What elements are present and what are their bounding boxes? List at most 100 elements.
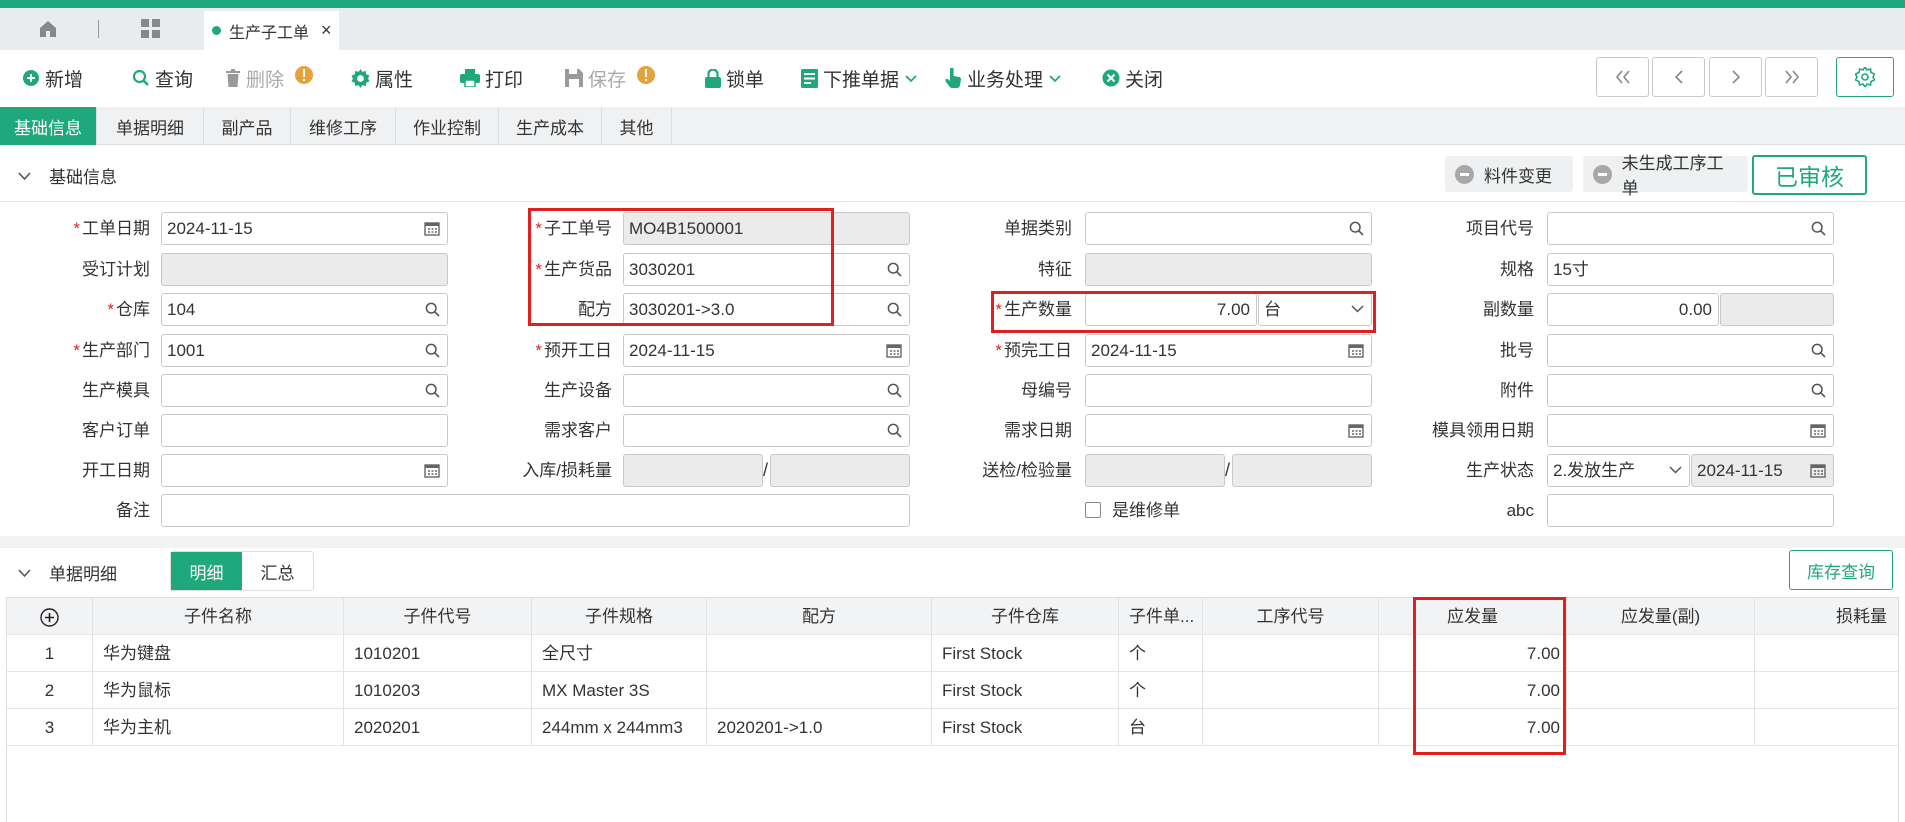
new-button[interactable]: 新增 — [22, 62, 83, 94]
column-header[interactable]: 子件仓库 — [932, 598, 1119, 635]
close-button[interactable]: 关闭 — [1102, 62, 1163, 94]
calendar-icon[interactable] — [1348, 343, 1364, 358]
tab-basic-info[interactable]: 基础信息 — [0, 107, 97, 145]
delete-button[interactable]: 删除 — [225, 62, 314, 94]
send-inspect-field[interactable] — [1085, 454, 1225, 487]
search-icon[interactable] — [425, 343, 440, 358]
status-date-field[interactable]: 2024-11-15 — [1691, 454, 1834, 487]
component-spec[interactable]: MX Master 3S — [532, 672, 707, 709]
component-name[interactable]: 华为主机 — [93, 709, 344, 746]
search-icon[interactable] — [1811, 343, 1826, 358]
component-formula[interactable] — [707, 672, 932, 709]
sub-unit-field[interactable] — [1720, 293, 1834, 326]
warehouse-field[interactable]: 104 — [161, 293, 448, 326]
no-process-order-button[interactable]: 未生成工序工单 — [1583, 154, 1748, 198]
tab-doc-detail[interactable]: 单据明细 — [97, 107, 204, 145]
column-header[interactable]: 配方 — [707, 598, 932, 635]
project-code-field[interactable] — [1547, 212, 1834, 245]
search-icon[interactable] — [887, 423, 902, 438]
print-button[interactable]: 打印 — [460, 62, 523, 94]
add-row-button[interactable] — [7, 598, 93, 635]
loss-qty[interactable] — [1755, 709, 1898, 746]
push-down-button[interactable]: 下推单据 — [801, 62, 917, 94]
tab-detail[interactable]: 明细 — [171, 552, 242, 590]
column-header[interactable]: 工序代号 — [1203, 598, 1379, 635]
component-code[interactable]: 1010203 — [344, 672, 532, 709]
column-header[interactable]: 子件规格 — [532, 598, 707, 635]
remark-field[interactable] — [161, 494, 910, 527]
batch-field[interactable] — [1547, 334, 1834, 367]
calendar-icon[interactable] — [1348, 423, 1364, 438]
tab-production-cost[interactable]: 生产成本 — [499, 107, 602, 145]
column-header[interactable]: 损耗量 — [1755, 598, 1898, 635]
issue-qty-sub[interactable] — [1567, 709, 1755, 746]
home-icon[interactable] — [28, 16, 68, 42]
close-tab-icon[interactable]: × — [321, 20, 332, 41]
plan-end-field[interactable]: 2024-11-15 — [1085, 334, 1372, 367]
in-qty-field[interactable] — [623, 454, 763, 487]
loss-qty[interactable] — [1755, 635, 1898, 672]
search-icon[interactable] — [887, 302, 902, 317]
spec-field[interactable]: 15寸 — [1547, 253, 1834, 286]
calendar-icon[interactable] — [424, 463, 440, 478]
table-row[interactable]: 1 华为键盘 1010201 全尺寸 First Stock 个 7.00 — [7, 635, 1898, 672]
stock-query-button[interactable]: 库存查询 — [1789, 550, 1893, 590]
component-warehouse[interactable]: First Stock — [932, 635, 1119, 672]
dept-field[interactable]: 1001 — [161, 334, 448, 367]
equipment-field[interactable] — [623, 374, 910, 407]
is-repair-checkbox[interactable] — [1085, 502, 1101, 518]
component-spec[interactable]: 全尺寸 — [532, 635, 707, 672]
demand-date-field[interactable] — [1085, 414, 1372, 447]
table-row[interactable]: 3 华为主机 2020201 244mm x 244mm3 2020201->1… — [7, 709, 1898, 746]
customer-order-field[interactable] — [161, 414, 448, 447]
demand-customer-field[interactable] — [623, 414, 910, 447]
process-code[interactable] — [1203, 635, 1379, 672]
component-name[interactable]: 华为鼠标 — [93, 672, 344, 709]
process-code[interactable] — [1203, 672, 1379, 709]
business-process-button[interactable]: 业务处理 — [945, 62, 1061, 94]
save-button[interactable]: 保存 — [565, 62, 656, 94]
tab-job-control[interactable]: 作业控制 — [396, 107, 499, 145]
loss-qty-field[interactable] — [770, 454, 910, 487]
doc-category-field[interactable] — [1085, 212, 1372, 245]
attachment-field[interactable] — [1547, 374, 1834, 407]
component-formula[interactable] — [707, 635, 932, 672]
process-code[interactable] — [1203, 709, 1379, 746]
search-icon[interactable] — [425, 302, 440, 317]
search-icon[interactable] — [1811, 383, 1826, 398]
query-button[interactable]: 查询 — [132, 62, 193, 94]
basic-info-toggle[interactable]: 基础信息 — [18, 163, 117, 188]
loss-qty[interactable] — [1755, 672, 1898, 709]
tab-repair-process[interactable]: 维修工序 — [291, 107, 396, 145]
component-unit[interactable]: 个 — [1119, 672, 1203, 709]
component-formula[interactable]: 2020201->1.0 — [707, 709, 932, 746]
tab-other[interactable]: 其他 — [602, 107, 672, 145]
component-spec[interactable]: 244mm x 244mm3 — [532, 709, 707, 746]
plan-start-field[interactable]: 2024-11-15 — [623, 334, 910, 367]
abc-field[interactable] — [1547, 494, 1834, 527]
document-tab[interactable]: 生产子工单 × — [204, 11, 339, 50]
lock-button[interactable]: 锁单 — [705, 62, 764, 94]
inspected-qty-field[interactable] — [1232, 454, 1372, 487]
component-unit[interactable]: 台 — [1119, 709, 1203, 746]
work-date-field[interactable]: 2024-11-15 — [161, 212, 448, 245]
component-code[interactable]: 2020201 — [344, 709, 532, 746]
issue-qty-sub[interactable] — [1567, 672, 1755, 709]
search-icon[interactable] — [425, 383, 440, 398]
parent-no-field[interactable] — [1085, 374, 1372, 407]
first-record-button[interactable] — [1596, 57, 1649, 97]
search-icon[interactable] — [887, 383, 902, 398]
feature-field[interactable] — [1085, 253, 1372, 286]
component-warehouse[interactable]: First Stock — [932, 709, 1119, 746]
search-icon[interactable] — [1349, 221, 1364, 236]
search-icon[interactable] — [1811, 221, 1826, 236]
component-code[interactable]: 1010201 — [344, 635, 532, 672]
calendar-icon[interactable] — [886, 343, 902, 358]
mold-date-field[interactable] — [1547, 414, 1834, 447]
column-header[interactable]: 子件单... — [1119, 598, 1203, 635]
start-date-field[interactable] — [161, 454, 448, 487]
component-warehouse[interactable]: First Stock — [932, 672, 1119, 709]
calendar-icon[interactable] — [1810, 463, 1826, 478]
component-name[interactable]: 华为键盘 — [93, 635, 344, 672]
settings-button[interactable] — [1836, 57, 1894, 97]
